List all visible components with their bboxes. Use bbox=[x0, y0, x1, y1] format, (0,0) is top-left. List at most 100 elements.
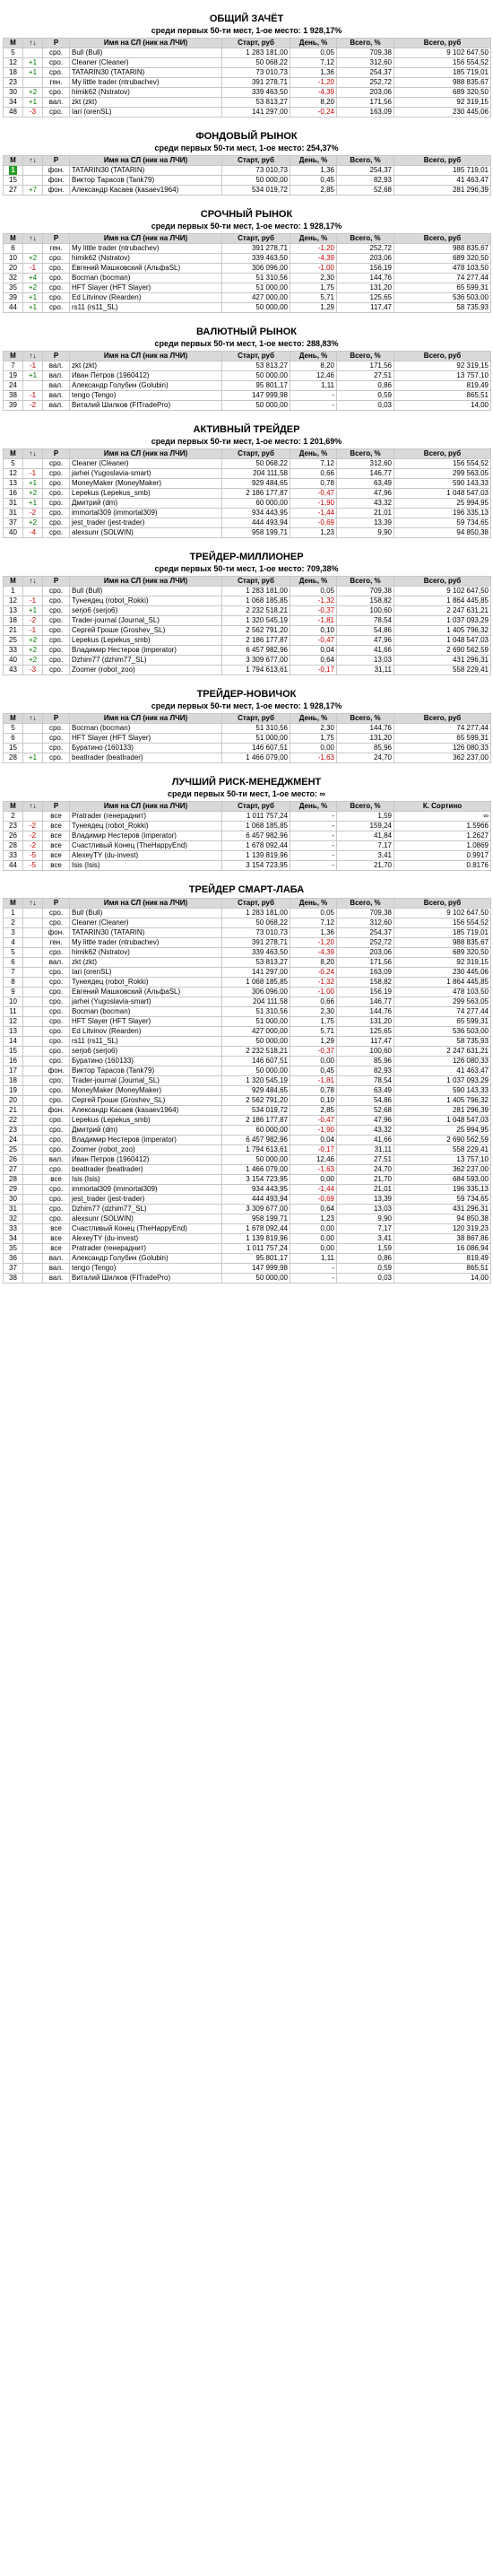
column-header[interactable]: М bbox=[3, 38, 23, 48]
trader-name-cell[interactable]: Виктор Тарасов (Tank79) bbox=[69, 1066, 222, 1076]
column-header[interactable]: Всего, руб bbox=[394, 38, 491, 48]
trader-name-cell[interactable]: Lepekus (Lepekus_smb) bbox=[69, 488, 222, 499]
column-header[interactable]: День, % bbox=[290, 448, 337, 459]
trader-name-cell[interactable]: Ed Litvinov (Rearden) bbox=[69, 1026, 222, 1037]
trader-name-cell[interactable]: MoneyMaker (MoneyMaker) bbox=[69, 478, 222, 489]
trader-name-cell[interactable]: Trader-journal (Journal_SL) bbox=[69, 615, 222, 626]
trader-name-cell[interactable]: Тунеядец (robot_Rokki) bbox=[69, 596, 222, 606]
column-header[interactable]: Р bbox=[42, 351, 70, 361]
column-header[interactable]: М bbox=[3, 233, 23, 244]
column-header[interactable]: Всего, % bbox=[336, 351, 394, 361]
trader-name-cell[interactable]: tengo (Tengo) bbox=[69, 390, 222, 401]
column-header[interactable]: Имя на СЛ (ник на ЛЧИ) bbox=[69, 898, 222, 909]
column-header[interactable]: М bbox=[3, 448, 23, 459]
trader-name-cell[interactable]: jarhei (Yugoslavia-smart) bbox=[69, 468, 222, 479]
trader-name-cell[interactable]: Bocman (bocman) bbox=[69, 1006, 222, 1017]
trader-name-cell[interactable]: zkt (zkt) bbox=[69, 97, 222, 108]
trader-name-cell[interactable]: Iari (orenSL) bbox=[69, 967, 222, 978]
column-header[interactable]: Имя на СЛ (ник на ЛЧИ) bbox=[69, 448, 222, 459]
column-header[interactable]: Всего, % bbox=[336, 801, 394, 812]
trader-name-cell[interactable]: Тунеядец (robot_Rokki) bbox=[69, 977, 222, 988]
trader-name-cell[interactable]: Dzhim77 (dzhim77_SL) bbox=[69, 1204, 222, 1214]
trader-name-cell[interactable]: Bocman (bocman) bbox=[69, 723, 222, 734]
column-header[interactable]: День, % bbox=[290, 233, 337, 244]
trader-name-cell[interactable]: immortal309 (immortal309) bbox=[69, 1184, 222, 1195]
trader-name-cell[interactable]: himik62 (Nstratov) bbox=[69, 947, 222, 958]
column-header[interactable]: День, % bbox=[290, 898, 337, 909]
trader-name-cell[interactable]: Dzhim77 (dzhim77_SL) bbox=[69, 655, 222, 666]
trader-name-cell[interactable]: serjo6 (serjo6) bbox=[69, 605, 222, 616]
column-header[interactable]: День, % bbox=[290, 576, 337, 587]
trader-name-cell[interactable]: Cleaner (Cleaner) bbox=[69, 57, 222, 68]
trader-name-cell[interactable]: Владимир Нестеров (imperator) bbox=[69, 1135, 222, 1145]
trader-name-cell[interactable]: Bull (Bull) bbox=[69, 908, 222, 918]
trader-name-cell[interactable]: Isis (Isis) bbox=[69, 1174, 222, 1185]
trader-name-cell[interactable]: serjo6 (serjo6) bbox=[69, 1046, 222, 1057]
trader-name-cell[interactable]: Pratrader (генераднит) bbox=[69, 811, 222, 822]
trader-name-cell[interactable]: Буратино (160133) bbox=[69, 743, 222, 753]
column-header[interactable]: Р bbox=[42, 155, 70, 166]
trader-name-cell[interactable]: alexsunr (SOLWIN) bbox=[69, 527, 222, 538]
column-header[interactable]: Старт, руб bbox=[221, 576, 290, 587]
column-header[interactable]: Имя на СЛ (ник на ЛЧИ) bbox=[69, 801, 222, 812]
trader-name-cell[interactable]: Александр Касаев (kasaev1964) bbox=[69, 1105, 222, 1116]
trader-name-cell[interactable]: jest_trader (jest-trader) bbox=[69, 1194, 222, 1205]
column-header[interactable]: К. Сортино bbox=[394, 801, 491, 812]
trader-name-cell[interactable]: Виталий Шилков (FITradePro) bbox=[69, 1273, 222, 1284]
trader-name-cell[interactable]: Сергей Гроше (Groshev_SL) bbox=[69, 1095, 222, 1106]
trader-name-cell[interactable]: Иван Петров (1960412) bbox=[69, 370, 222, 381]
column-header[interactable]: Р bbox=[42, 233, 70, 244]
column-header[interactable]: Р bbox=[42, 576, 70, 587]
column-header[interactable]: М bbox=[3, 898, 23, 909]
trader-name-cell[interactable]: HFT Slayer (HFT Slayer) bbox=[69, 283, 222, 293]
trader-name-cell[interactable]: Lepekus (Lepekus_smb) bbox=[69, 635, 222, 646]
trader-name-cell[interactable]: immortal309 (immortal309) bbox=[69, 508, 222, 518]
column-header[interactable]: Р bbox=[42, 38, 70, 48]
column-header[interactable]: Всего, руб bbox=[394, 448, 491, 459]
column-header[interactable]: Старт, руб bbox=[221, 713, 290, 724]
column-header[interactable]: Имя на СЛ (ник на ЛЧИ) bbox=[69, 576, 222, 587]
trader-name-cell[interactable]: Ed Litvinov (Rearden) bbox=[69, 292, 222, 303]
trader-name-cell[interactable]: zkt (zkt) bbox=[69, 361, 222, 371]
trader-name-cell[interactable]: Владимир Нестеров (imperator) bbox=[69, 831, 222, 841]
trader-name-cell[interactable]: Bull (Bull) bbox=[69, 48, 222, 58]
trader-name-cell[interactable]: Lepekus (Lepekus_smb) bbox=[69, 1115, 222, 1126]
trader-name-cell[interactable]: beatlrader (beatlrader) bbox=[69, 753, 222, 763]
trader-name-cell[interactable]: Bocman (bocman) bbox=[69, 273, 222, 283]
column-header[interactable]: Всего, руб bbox=[394, 576, 491, 587]
column-header[interactable]: Всего, % bbox=[336, 713, 394, 724]
trader-name-cell[interactable]: Cleaner (Cleaner) bbox=[69, 918, 222, 928]
trader-name-cell[interactable]: jest_trader (jest-trader) bbox=[69, 518, 222, 528]
trader-name-cell[interactable]: Cleaner (Cleaner) bbox=[69, 458, 222, 469]
trader-name-cell[interactable]: Bull (Bull) bbox=[69, 586, 222, 596]
trader-name-cell[interactable]: Иван Петров (1960412) bbox=[69, 1154, 222, 1165]
column-header[interactable]: ↑↓ bbox=[22, 233, 43, 244]
column-header[interactable]: Всего, руб bbox=[394, 233, 491, 244]
trader-name-cell[interactable]: AlexeyTY (du-invest) bbox=[69, 1233, 222, 1244]
trader-name-cell[interactable]: HFT Slayer (HFT Slayer) bbox=[69, 733, 222, 744]
column-header[interactable]: ↑↓ bbox=[22, 576, 43, 587]
trader-name-cell[interactable]: Счастливый Конец (TheHappyEnd) bbox=[69, 1223, 222, 1234]
trader-name-cell[interactable]: Буратино (160133) bbox=[69, 1056, 222, 1066]
column-header[interactable]: Старт, руб bbox=[221, 448, 290, 459]
trader-name-cell[interactable]: MoneyMaker (MoneyMaker) bbox=[69, 1085, 222, 1096]
trader-name-cell[interactable]: Виктор Тарасов (Tank79) bbox=[69, 175, 222, 186]
trader-name-cell[interactable]: Виталий Шилков (FITradePro) bbox=[69, 400, 222, 411]
column-header[interactable]: Р bbox=[42, 713, 70, 724]
column-header[interactable]: ↑↓ bbox=[22, 713, 43, 724]
column-header[interactable]: Всего, % bbox=[336, 576, 394, 587]
trader-name-cell[interactable]: Александр Касаев (kasaev1964) bbox=[69, 185, 222, 196]
column-header[interactable]: М bbox=[3, 801, 23, 812]
column-header[interactable]: М bbox=[3, 713, 23, 724]
column-header[interactable]: День, % bbox=[290, 155, 337, 166]
column-header[interactable]: Имя на СЛ (ник на ЛЧИ) bbox=[69, 233, 222, 244]
column-header[interactable]: Старт, руб bbox=[221, 351, 290, 361]
trader-name-cell[interactable]: Счастливый Конец (TheHappyEnd) bbox=[69, 840, 222, 851]
column-header[interactable]: Всего, руб bbox=[394, 898, 491, 909]
column-header[interactable]: Всего, % bbox=[336, 898, 394, 909]
column-header[interactable]: Всего, руб bbox=[394, 713, 491, 724]
column-header[interactable]: День, % bbox=[290, 351, 337, 361]
column-header[interactable]: Имя на СЛ (ник на ЛЧИ) bbox=[69, 351, 222, 361]
column-header[interactable]: ↑↓ bbox=[22, 801, 43, 812]
column-header[interactable]: Всего, руб bbox=[394, 351, 491, 361]
